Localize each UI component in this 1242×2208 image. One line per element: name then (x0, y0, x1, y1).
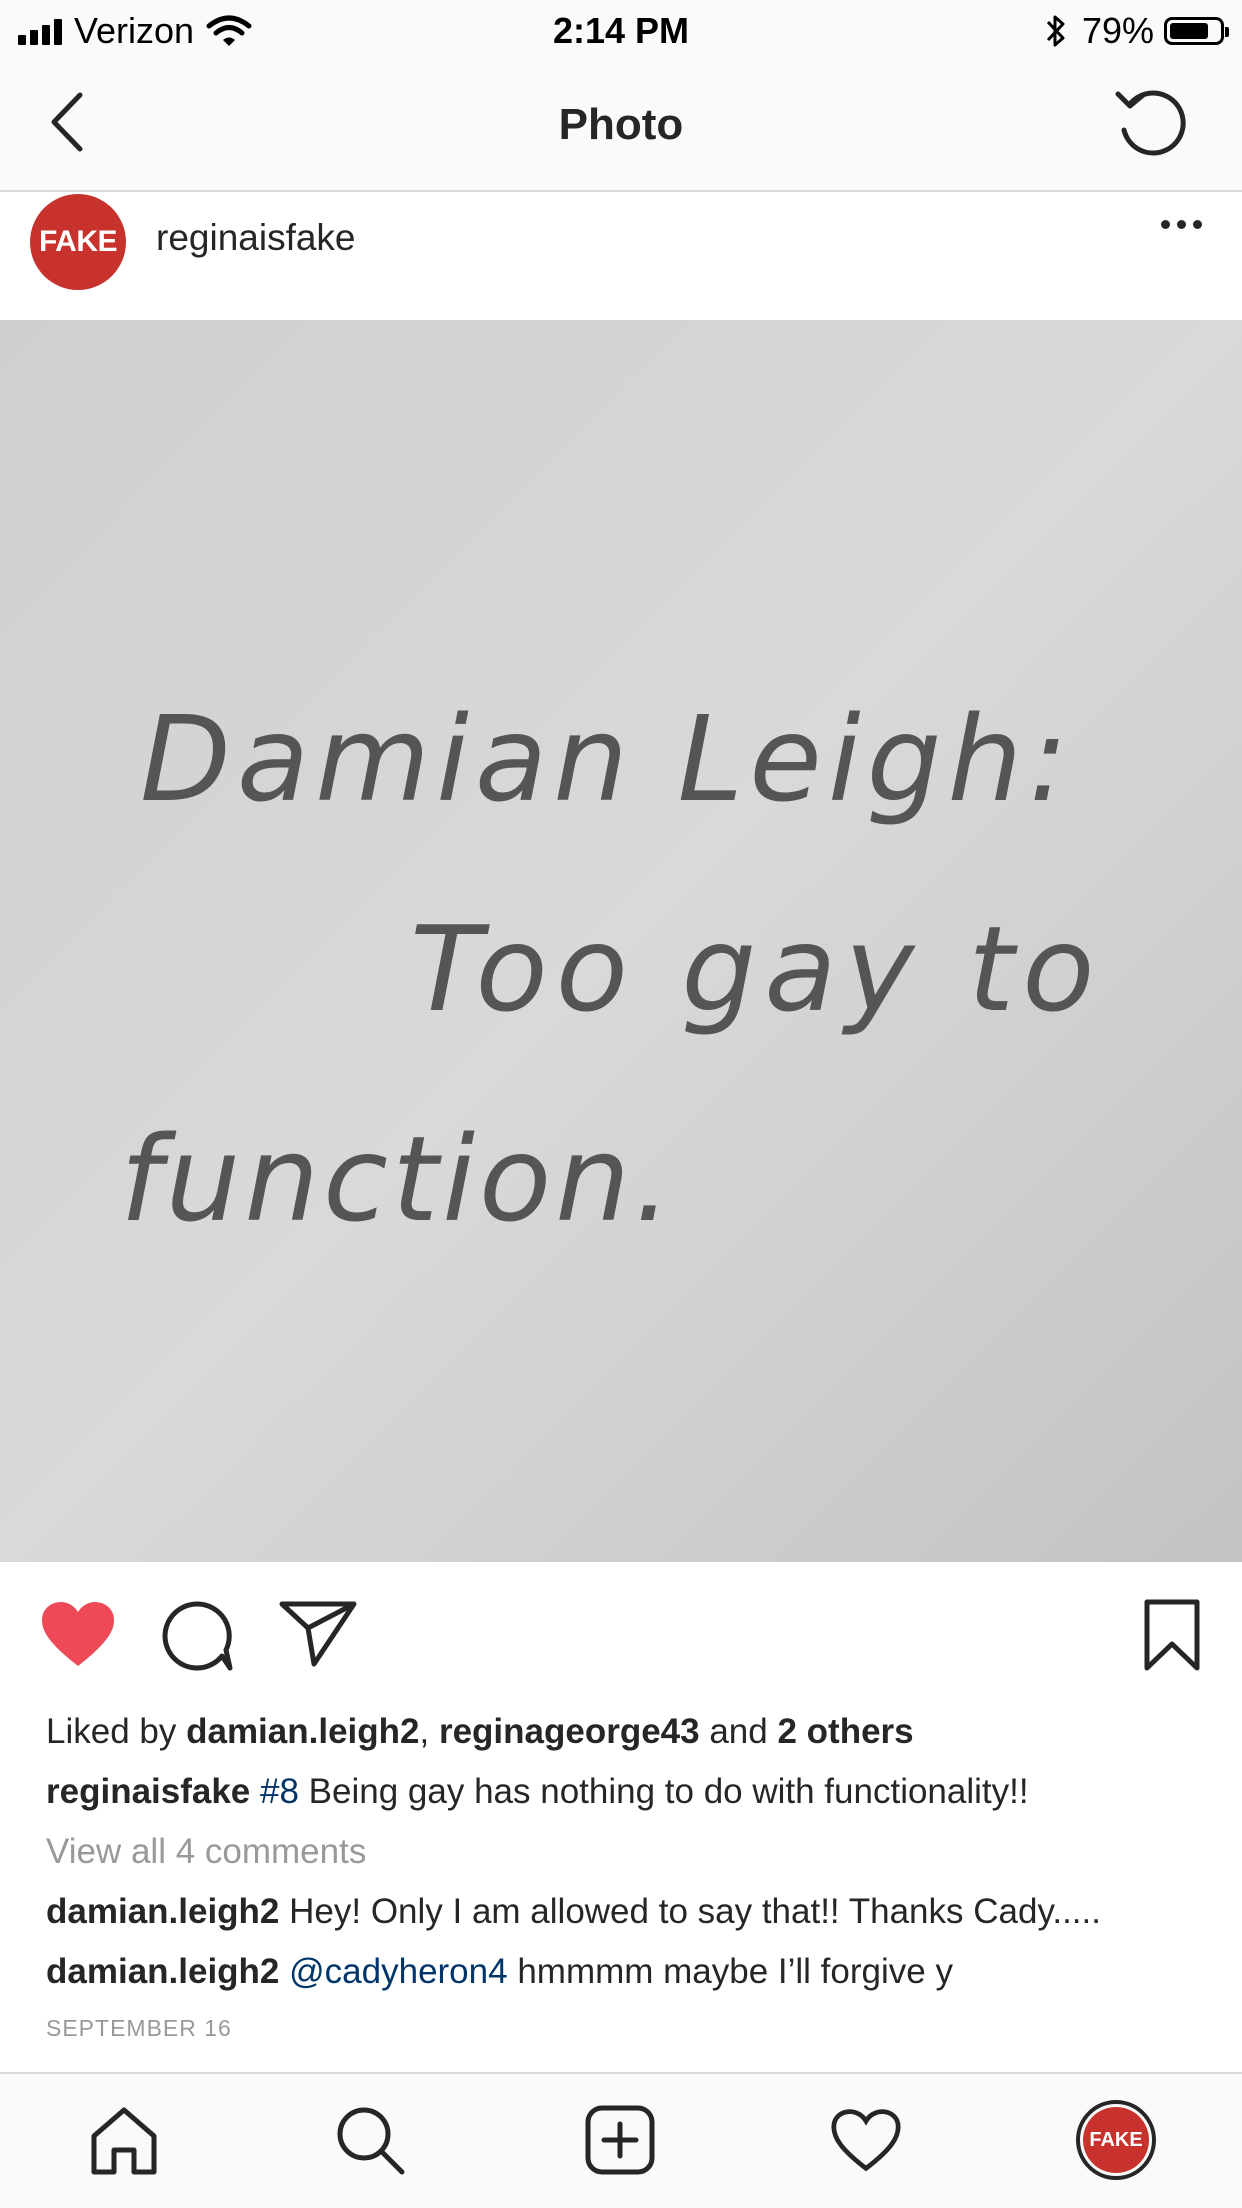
caption-text: Being gay has nothing to do with functio… (298, 1772, 1029, 1811)
likes-prefix: Liked by (46, 1712, 187, 1751)
avatar[interactable]: FAKE (30, 194, 126, 290)
post-actions (0, 1562, 1242, 1702)
tab-home[interactable] (84, 2100, 164, 2180)
status-right: 79% (1044, 10, 1229, 52)
comment-icon[interactable] (160, 1598, 236, 1674)
search-icon (337, 2107, 405, 2175)
profile-avatar: FAKE (1076, 2100, 1156, 2180)
comment-text: Hey! Only I am allowed to say that!! Tha… (279, 1892, 1101, 1931)
bluetooth-icon (1046, 15, 1065, 47)
share-icon[interactable] (278, 1598, 358, 1668)
comment-mention[interactable]: @cadyheron4 (289, 1952, 507, 1991)
battery-fill (1170, 23, 1208, 39)
view-comments-link[interactable]: View all 4 comments (46, 1822, 1206, 1882)
liker-2[interactable]: reginageorge43 (439, 1712, 700, 1751)
status-bar: Verizon 2:14 PM 79% (0, 0, 1242, 62)
tab-profile[interactable]: FAKE (1076, 2100, 1156, 2180)
page-title: Photo (558, 100, 684, 149)
post-header: FAKE reginaisfake (0, 192, 1242, 320)
photo-handwriting-line-3: function. (120, 1110, 676, 1248)
comment-row: damian.leigh2 @cadyheron4 hmmmm maybe I’… (46, 1942, 1206, 2002)
comment-row: damian.leigh2 Hey! Only I am allowed to … (46, 1882, 1206, 1942)
heart-filled-icon[interactable] (40, 1600, 116, 1668)
profile-avatar-label: FAKE (1083, 2107, 1149, 2173)
likes-and: and (699, 1712, 778, 1751)
photo-handwriting-line-2: Too gay to (410, 900, 1102, 1038)
post-date: SEPTEMBER 16 (46, 2015, 232, 2041)
post-username[interactable]: reginaisfake (156, 217, 356, 259)
likes-others[interactable]: 2 others (777, 1712, 913, 1751)
heart-outline-icon (831, 2109, 901, 2172)
comment-username[interactable]: damian.leigh2 (46, 1952, 279, 1991)
comment-text: hmmmm maybe I’ll forgive y (507, 1952, 953, 1991)
battery-percent: 79% (1081, 10, 1154, 51)
home-icon (91, 2107, 157, 2175)
likes-sep: , (419, 1712, 439, 1751)
tab-add[interactable] (580, 2100, 660, 2180)
tab-search[interactable] (330, 2100, 410, 2180)
post-meta: Liked by damian.leigh2, reginageorge43 a… (46, 1702, 1206, 2048)
avatar-label: FAKE (38, 225, 118, 258)
add-icon (585, 2105, 655, 2175)
bookmark-icon[interactable] (1142, 1598, 1202, 1672)
comment-username[interactable]: damian.leigh2 (46, 1892, 279, 1931)
caption-hashtag[interactable]: #8 (260, 1772, 299, 1811)
caption-username[interactable]: reginaisfake (46, 1772, 250, 1811)
tab-bar: FAKE (0, 2072, 1242, 2208)
nav-bar: Photo (0, 62, 1242, 192)
caption-line: reginaisfake #8 Being gay has nothing to… (46, 1762, 1206, 1822)
battery-icon (1164, 17, 1229, 45)
liker-1[interactable]: damian.leigh2 (186, 1712, 419, 1751)
photo-handwriting-line-1: Damian Leigh: (140, 690, 1074, 828)
more-icon[interactable] (1161, 220, 1202, 229)
tab-activity[interactable] (826, 2100, 906, 2180)
likes-line: Liked by damian.leigh2, reginageorge43 a… (46, 1702, 1206, 1762)
refresh-icon[interactable] (1112, 82, 1192, 162)
post-photo[interactable]: Damian Leigh: Too gay to function. (0, 320, 1242, 1562)
